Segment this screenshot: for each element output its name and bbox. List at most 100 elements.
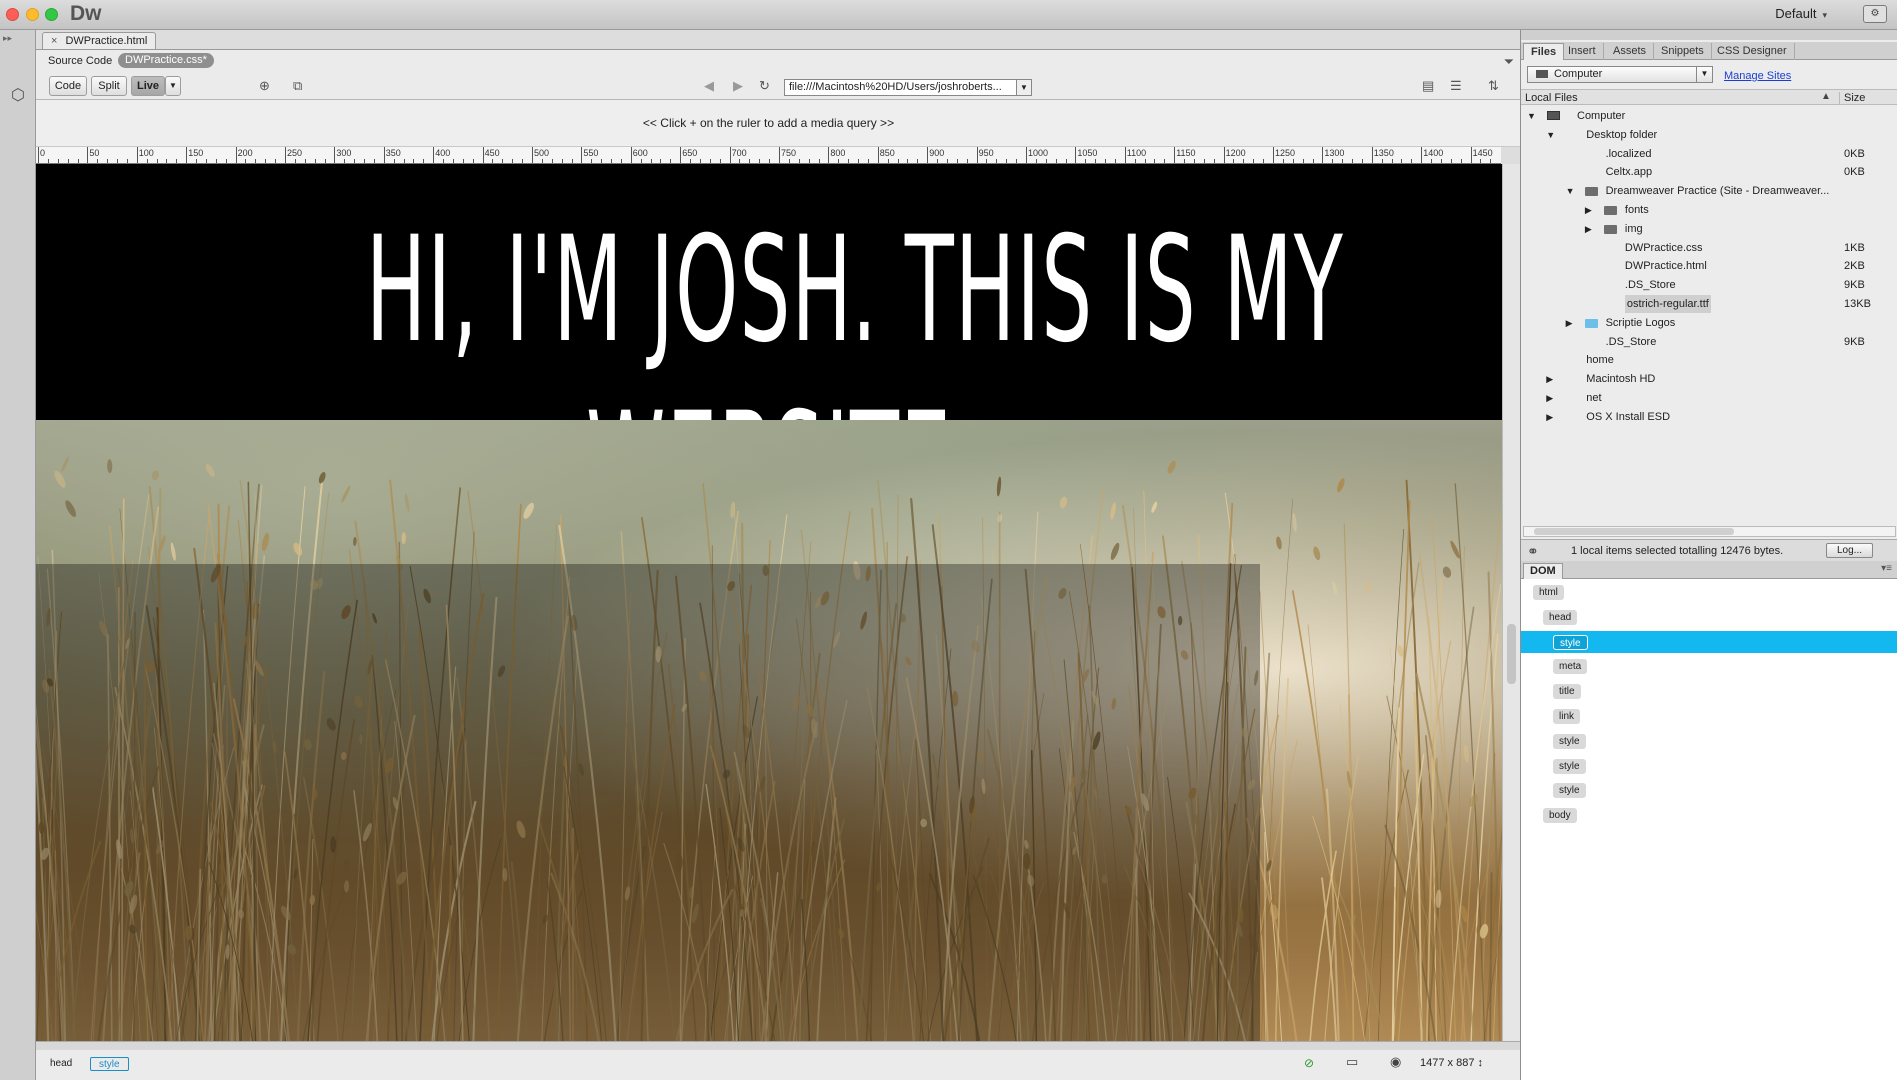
file-tree-row[interactable]: .DS_Store 9KB	[1521, 276, 1897, 294]
ruler-tick	[808, 159, 810, 163]
page-options-icon[interactable]: ☰	[1450, 78, 1462, 94]
tab-snippets[interactable]: Snippets	[1654, 43, 1712, 60]
file-tree-row[interactable]: ▶ Macintosh HD	[1521, 370, 1897, 388]
file-tree-row[interactable]: ▶ Scriptie Logos	[1521, 314, 1897, 332]
dom-node[interactable]: title	[1521, 680, 1897, 702]
inspect-icon[interactable]: ⊕	[259, 78, 270, 94]
sort-arrow-icon[interactable]: ▲	[1821, 91, 1831, 102]
document-tab-label: DWPractice.html	[65, 35, 148, 47]
file-tree-row[interactable]: ▼ Dreamweaver Practice (Site - Dreamweave…	[1521, 182, 1897, 200]
file-tree-row[interactable]: ▼ Desktop folder	[1521, 126, 1897, 144]
live-view[interactable]: HI, I'M JOSH. THIS IS MY WEBSITE	[36, 164, 1502, 1041]
refresh-icon[interactable]: ↻	[759, 78, 770, 94]
window-size-icon[interactable]: ▭	[1346, 1054, 1358, 1070]
split-handle[interactable]	[36, 1042, 1520, 1050]
tab-files[interactable]: Files	[1523, 43, 1565, 60]
dom-node[interactable]: style	[1521, 730, 1897, 752]
connection-icon[interactable]: ⚭	[1527, 543, 1539, 560]
file-tree-row[interactable]: .DS_Store 9KB	[1521, 333, 1897, 351]
no-errors-icon[interactable]: ⊘	[1304, 1056, 1314, 1070]
zoom-window-button[interactable]	[45, 8, 58, 21]
source-code-link[interactable]: Source Code	[48, 55, 112, 67]
expand-right-icon[interactable]: ▶	[1546, 389, 1556, 407]
size-header[interactable]: Size	[1839, 92, 1865, 104]
file-tree-row[interactable]: ▶ OS X Install ESD	[1521, 408, 1897, 426]
dom-node[interactable]: body	[1521, 804, 1897, 826]
file-tree-row[interactable]: .localized 0KB	[1521, 145, 1897, 163]
expand-right-icon[interactable]: ▶	[1585, 220, 1595, 238]
expand-right-icon[interactable]: ▶	[1566, 314, 1576, 332]
file-tree-row[interactable]: home	[1521, 351, 1897, 369]
file-tree-row[interactable]: Celtx.app 0KB	[1521, 163, 1897, 181]
live-code-icon[interactable]: ⧉	[293, 78, 302, 94]
window-dimensions[interactable]: 1477 x 887 ↕	[1420, 1057, 1483, 1069]
tag-selector-head[interactable]: head	[42, 1057, 80, 1071]
page-header[interactable]: HI, I'M JOSH. THIS IS MY WEBSITE	[36, 164, 1502, 420]
minimize-window-button[interactable]	[26, 8, 39, 21]
site-select[interactable]: Computer ▼	[1527, 66, 1713, 83]
file-tree-row[interactable]: ▶ fonts	[1521, 201, 1897, 219]
tag-selector-style[interactable]: style	[90, 1057, 129, 1071]
address-field[interactable]: file:///Macintosh%20HD/Users/joshroberts…	[784, 79, 1032, 96]
address-dropdown[interactable]: ▼	[1016, 79, 1032, 96]
expand-down-icon[interactable]: ▼	[1546, 126, 1556, 144]
expand-down-icon[interactable]: ▼	[1527, 107, 1537, 125]
ruler[interactable]: 0 50 100 150 200 250 300 350 400 450 500 550 600 650 7…	[36, 147, 1501, 164]
related-file-pill[interactable]: DWPractice.css*	[118, 53, 214, 68]
workspace-switcher[interactable]: Default ▾	[1775, 6, 1827, 21]
file-tree-row[interactable]: ostrich-regular.ttf 13KB	[1521, 295, 1897, 313]
dom-node[interactable]: style	[1521, 630, 1897, 653]
vertical-scrollbar[interactable]	[1502, 164, 1520, 1041]
ruler-tick	[1233, 159, 1235, 163]
dom-node[interactable]: style	[1521, 779, 1897, 801]
live-view-dropdown[interactable]: ▼	[165, 76, 181, 96]
scroll-thumb[interactable]	[1534, 528, 1734, 535]
forward-arrow-icon[interactable]: ▶	[733, 78, 743, 94]
dom-node[interactable]: style	[1521, 755, 1897, 777]
expand-right-icon[interactable]: ▶	[1546, 408, 1556, 426]
media-query-bar[interactable]: << Click + on the ruler to add a media q…	[36, 100, 1520, 147]
grip-icon[interactable]: ▸▸	[3, 33, 12, 44]
live-view-button[interactable]: Live	[131, 76, 165, 96]
file-tree-row[interactable]: DWPractice.css 1KB	[1521, 239, 1897, 257]
tab-css-designer[interactable]: CSS Designer	[1710, 43, 1795, 60]
dom-node[interactable]: head	[1521, 606, 1897, 628]
visual-aids-icon[interactable]: ▤	[1422, 78, 1434, 94]
close-tab-icon[interactable]: ×	[51, 35, 57, 47]
expand-right-icon[interactable]: ▶	[1585, 201, 1595, 219]
back-arrow-icon[interactable]: ◀	[704, 78, 714, 94]
tab-dom[interactable]: DOM	[1523, 563, 1563, 579]
expand-right-icon[interactable]: ▶	[1546, 370, 1556, 388]
preview-icon[interactable]: ◉	[1390, 1054, 1401, 1070]
expand-down-icon[interactable]: ▼	[1566, 182, 1576, 200]
dom-node[interactable]: link	[1521, 705, 1897, 727]
dom-node[interactable]: html	[1521, 581, 1897, 603]
ruler-tick	[1352, 159, 1354, 163]
insert-panel-icon[interactable]: ⬡	[7, 85, 29, 107]
file-management-icon[interactable]: ⇅	[1488, 78, 1499, 94]
close-window-button[interactable]	[6, 8, 19, 21]
local-files-header[interactable]: Local Files	[1525, 92, 1578, 104]
workspace-switcher-icon[interactable]: ⚙	[1863, 5, 1887, 23]
panel-menu-icon[interactable]: ▾≡	[1881, 563, 1892, 574]
file-tree-row[interactable]: ▶ img	[1521, 220, 1897, 238]
file-tree-row[interactable]: ▼ Computer	[1521, 107, 1897, 125]
split-view-button[interactable]: Split	[91, 76, 127, 96]
manage-sites-link[interactable]: Manage Sites	[1724, 70, 1791, 82]
file-tree-row[interactable]: DWPractice.html 2KB	[1521, 257, 1897, 275]
panel-grip[interactable]	[1521, 30, 1897, 40]
grass-blade	[1312, 815, 1366, 1041]
filter-icon[interactable]: ⏷	[1504, 54, 1514, 70]
log-button[interactable]: Log...	[1826, 543, 1874, 558]
tab-insert[interactable]: Insert	[1561, 43, 1604, 60]
dom-node[interactable]: meta	[1521, 655, 1897, 677]
file-tree-row[interactable]: ▶ net	[1521, 389, 1897, 407]
tab-assets[interactable]: Assets	[1606, 43, 1655, 60]
page-headline[interactable]: HI, I'M JOSH. THIS IS MY WEBSITE	[366, 202, 1343, 420]
horizontal-scrollbar[interactable]	[1523, 526, 1896, 537]
scroll-thumb[interactable]	[1507, 624, 1516, 684]
document-tab[interactable]: × DWPractice.html	[42, 32, 157, 50]
content-overlay-box[interactable]	[36, 564, 1260, 1041]
code-view-button[interactable]: Code	[49, 76, 87, 96]
status-bar: head style ⊘ ▭ ◉ 1477 x 887 ↕	[36, 1041, 1520, 1080]
